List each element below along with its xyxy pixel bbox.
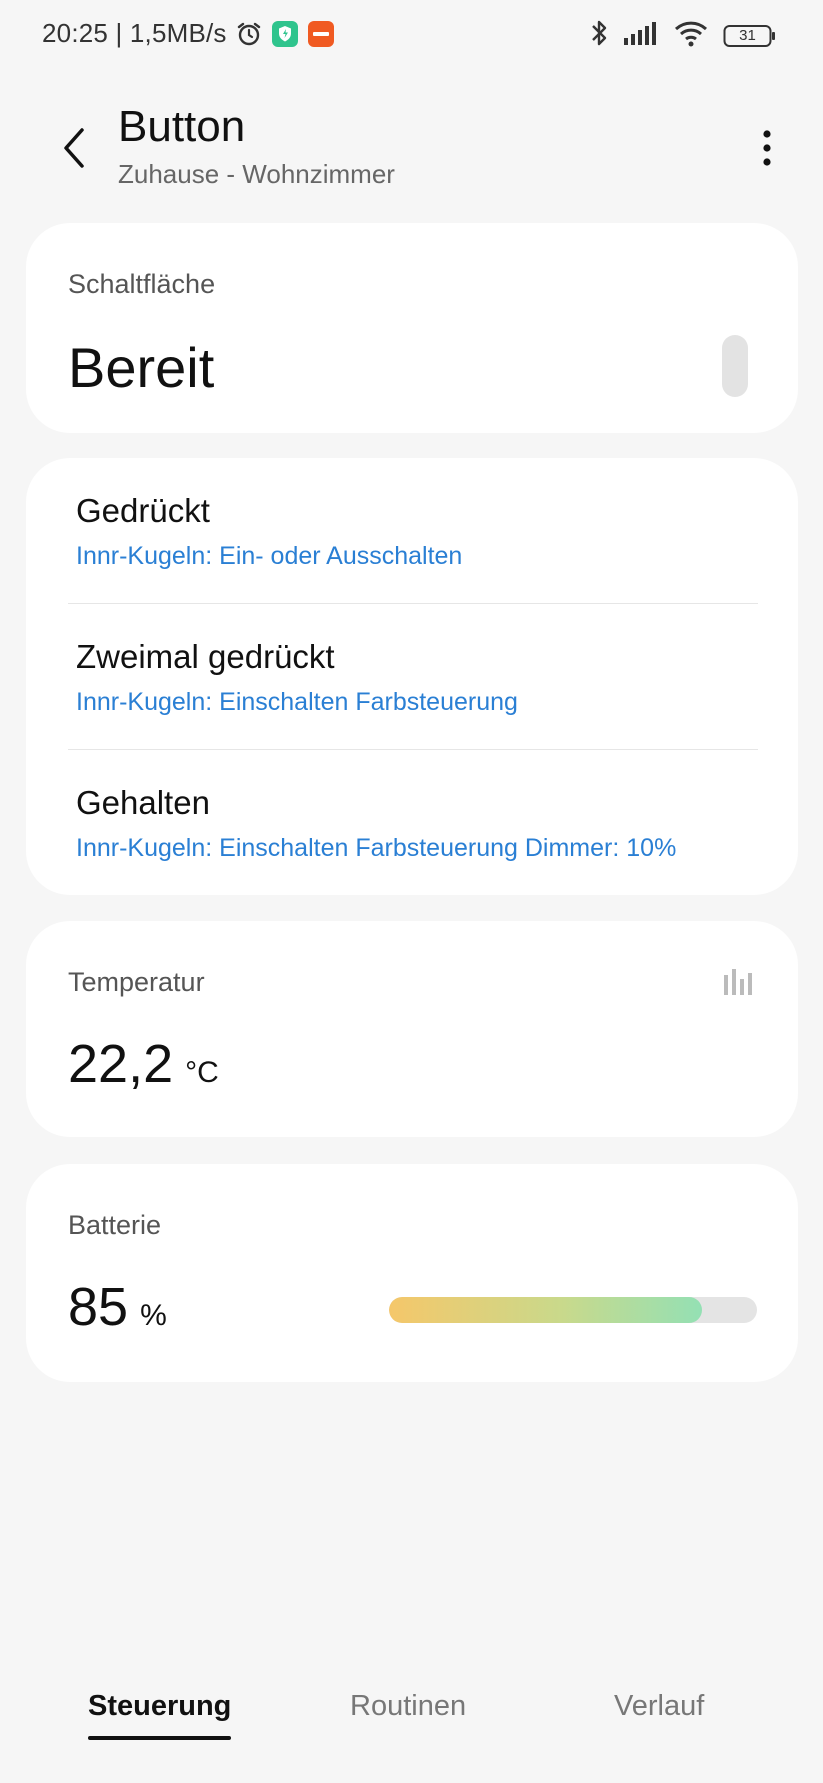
active-tab-indicator [88,1736,232,1740]
button-card-label: Schaltfläche [68,269,216,299]
tab-routinen[interactable]: Routinen [350,1690,466,1723]
battery-label: Batterie [68,1210,162,1240]
page-title: Button [118,102,246,151]
battery-reading: 85% [68,1276,167,1338]
status-right: 31 [589,18,777,53]
action-description: Innr-Kugeln: Ein- oder Ausschalten [76,542,463,570]
action-item-held[interactable]: Gehalten Innr-Kugeln: Einschalten Farbst… [76,750,762,896]
chevron-left-icon [64,128,84,168]
status-bar: 20:25 | 1,5MB/s 31 [0,0,823,72]
tab-verlauf[interactable]: Verlauf [614,1690,704,1723]
tab-label: Steuerung [88,1690,232,1722]
button-state-card[interactable]: Schaltfläche Bereit [26,223,798,433]
battery-level-fill [389,1297,702,1323]
temperature-value: 22,2 [68,1034,174,1094]
actions-card: Gedrückt Innr-Kugeln: Ein- oder Ausschal… [26,458,798,895]
battery-icon: 31 [723,23,777,49]
action-description: Innr-Kugeln: Einschalten Farbsteuerung [76,688,518,716]
action-title: Zweimal gedrückt [76,638,335,675]
more-options-button[interactable] [751,124,783,172]
button-state-value: Bereit [68,336,215,399]
battery-card: Batterie 85% [26,1164,798,1382]
state-indicator [722,335,748,397]
bar-chart-icon[interactable] [722,965,754,997]
arte-app-icon [307,20,335,48]
alarm-icon [235,20,263,48]
wifi-icon [673,19,709,52]
temperature-card[interactable]: Temperatur 22,2 °C [26,921,798,1137]
signal-icon [623,20,659,51]
more-vertical-icon [763,130,771,166]
tab-label: Routinen [350,1690,467,1722]
tab-label: Verlauf [614,1690,705,1722]
tab-steuerung[interactable]: Steuerung [88,1690,232,1740]
action-description: Innr-Kugeln: Einschalten Farbsteuerung D… [76,834,677,862]
battery-level: 31 [739,26,756,44]
page-subtitle: Zuhause - Wohnzimmer [118,159,395,189]
action-title: Gedrückt [76,492,210,529]
bluetooth-icon [589,18,609,53]
status-time: 20:25 | 1,5MB/s [42,18,227,48]
battery-value: 85 [68,1277,129,1337]
action-item-pressed[interactable]: Gedrückt Innr-Kugeln: Ein- oder Ausschal… [76,458,762,604]
action-item-double-pressed[interactable]: Zweimal gedrückt Innr-Kugeln: Einschalte… [76,604,762,750]
temperature-unit: °C [185,1056,219,1089]
shield-app-icon [271,20,299,48]
temperature-label: Temperatur [68,967,205,997]
status-left: 20:25 | 1,5MB/s [42,18,335,49]
action-title: Gehalten [76,784,210,821]
back-button[interactable] [56,122,96,174]
bottom-tab-bar: Steuerung Routinen Verlauf [0,1690,823,1750]
battery-unit: % [140,1299,167,1332]
temperature-reading: 22,2 °C [68,1033,219,1095]
battery-level-bar [389,1297,757,1323]
